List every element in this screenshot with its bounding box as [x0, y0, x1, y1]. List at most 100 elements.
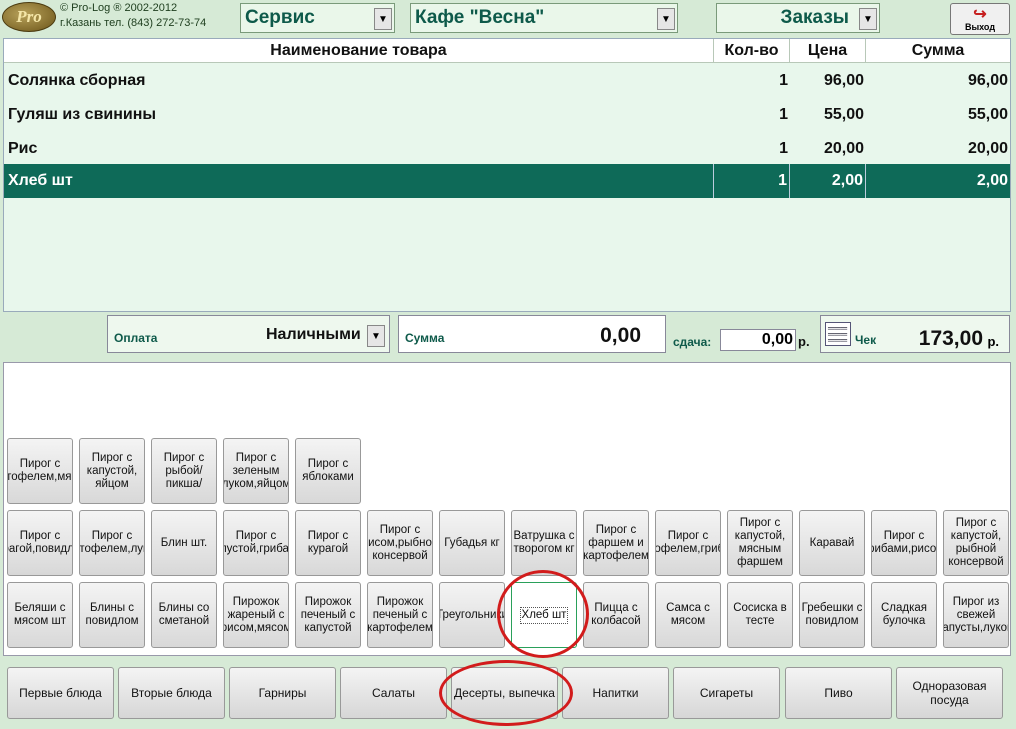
goods-button[interactable]: Пирог с курагой,повидлом [7, 510, 73, 576]
cell-sum: 2,00 [976, 172, 1008, 189]
category-button-label: Вторые блюда [131, 686, 212, 700]
goods-button[interactable]: Блин шт. [151, 510, 217, 576]
payment-method-value: Наличными [266, 326, 361, 343]
cell-price: 2,00 [790, 164, 866, 198]
pro-log-logo: Pro [2, 2, 56, 32]
goods-button[interactable]: Сосиска в тесте [727, 582, 793, 648]
goods-button-label: Пирог с курагой,повидлом [8, 530, 73, 555]
table-row-selected[interactable]: Хлеб шт 1 2,00 2,00 [4, 164, 1010, 198]
category-button[interactable]: Гарниры [229, 667, 336, 719]
goods-button[interactable]: Самса с мясом [655, 582, 721, 648]
cell-name: Хлеб шт [4, 164, 714, 198]
check-box: ═══ ═══ ═══ Чек 173,00 р. [820, 315, 1010, 353]
goods-button[interactable]: Пирог с курагой [295, 510, 361, 576]
goods-button[interactable]: Гребешки с повидлом [799, 582, 865, 648]
goods-button-label: Пирог с курагой [307, 530, 349, 555]
goods-button-label: Пирог с капустой, мясным фаршем [734, 517, 786, 568]
service-combo[interactable]: Сервис ▼ [240, 3, 395, 33]
goods-button-label: Хлеб шт [519, 606, 569, 624]
receipt-icon: ═══ ═══ ═══ [825, 322, 851, 346]
goods-button[interactable]: Ватрушка с творогом кг [511, 510, 577, 576]
goods-button[interactable]: Пирог с рыбой/пикша/ [151, 438, 217, 504]
category-button[interactable]: Напитки [562, 667, 669, 719]
cafe-combo-value: Кафе "Весна" [415, 7, 545, 28]
exit-label: Выход [964, 22, 996, 32]
category-button[interactable]: Сигареты [673, 667, 780, 719]
goods-button[interactable]: Пирог с капустой, рыбной консервой [943, 510, 1009, 576]
cell-qty: 1 [714, 164, 790, 198]
goods-button-label: Пирог с картофелем,луком [79, 530, 144, 555]
goods-button-label: Сосиска в тесте [733, 602, 787, 627]
cell-name: Солянка сборная [8, 72, 146, 89]
category-button[interactable]: Вторые блюда [118, 667, 225, 719]
cell-sum: 55,00 [967, 106, 1008, 123]
column-header-sum: Сумма [866, 39, 1010, 63]
goods-button-label: Пирог с грибами,рисом [872, 530, 937, 555]
goods-button[interactable]: Пирог с капустой, мясным фаршем [727, 510, 793, 576]
goods-button[interactable]: Треугольники [439, 582, 505, 648]
change-field: 0,00 [720, 329, 796, 351]
goods-button[interactable]: Пирог с картофелем,грибами [655, 510, 721, 576]
category-button-label: Салаты [371, 686, 415, 700]
goods-button[interactable]: Сладкая булочка [871, 582, 937, 648]
goods-button[interactable]: Блины с повидлом [79, 582, 145, 648]
column-header-qty: Кол-во [714, 39, 790, 63]
goods-button-label: Губадья кг [444, 536, 500, 549]
category-button-label: Гарниры [258, 686, 307, 700]
goods-button[interactable]: Пирожок печеный с картофелем [367, 582, 433, 648]
goods-button-label: Пирог с картофелем,мясом [8, 458, 72, 483]
category-button[interactable]: Первые блюда [7, 667, 114, 719]
goods-button[interactable]: Хлеб шт [511, 582, 577, 648]
goods-button[interactable]: Губадья кг [439, 510, 505, 576]
table-row[interactable]: Гуляш из свинины 1 55,00 55,00 [4, 98, 1010, 132]
chevron-down-icon[interactable]: ▼ [367, 325, 385, 347]
goods-button[interactable]: Пирог с капустой,грибами [223, 510, 289, 576]
cell-qty: 1 [779, 106, 788, 123]
cell-qty: 1 [779, 72, 788, 89]
category-button-label: Напитки [592, 686, 639, 700]
goods-button[interactable]: Пирог с яблоками [295, 438, 361, 504]
cafe-combo[interactable]: Кафе "Весна" ▼ [410, 3, 678, 33]
goods-button[interactable]: Пирог с рисом,рыбной консервой [367, 510, 433, 576]
goods-button[interactable]: Пирог с грибами,рисом [871, 510, 937, 576]
payment-method-box[interactable]: Оплата Наличными ▼ [107, 315, 390, 353]
goods-button[interactable]: Пирог с картофелем,луком [79, 510, 145, 576]
goods-button[interactable]: Пирог с фаршем и картофелем [583, 510, 649, 576]
goods-button-label: Пирог с рыбой/пикша/ [163, 451, 205, 490]
category-button[interactable]: Десерты, выпечка [451, 667, 558, 719]
goods-button[interactable]: Пирожок жареный с рисом,мясом [223, 582, 289, 648]
check-value: 173,00 [918, 327, 983, 350]
category-button[interactable]: Одноразовая посуда [896, 667, 1003, 719]
goods-button-label: Каравай [809, 536, 855, 549]
goods-button[interactable]: Пицца с колбасой [583, 582, 649, 648]
goods-button-label: Пирог с рисом,рыбной консервой [368, 523, 432, 562]
table-row[interactable]: Рис 1 20,00 20,00 [4, 132, 1010, 166]
chevron-down-icon[interactable]: ▼ [374, 8, 392, 30]
goods-button[interactable]: Блины со сметаной [151, 582, 217, 648]
goods-button-label: Пирог с картофелем,грибами [655, 530, 720, 555]
goods-button-label: Самса с мясом [666, 602, 710, 627]
category-button-label: Первые блюда [19, 686, 102, 700]
goods-button[interactable]: Пирог из свежей капусты,луком [943, 582, 1009, 648]
category-button[interactable]: Салаты [340, 667, 447, 719]
chevron-down-icon[interactable]: ▼ [657, 8, 675, 30]
goods-button[interactable]: Пирог с зеленым луком,яйцом [223, 438, 289, 504]
chevron-down-icon[interactable]: ▼ [859, 8, 877, 30]
change-unit: р. [798, 334, 810, 349]
category-button[interactable]: Пиво [785, 667, 892, 719]
goods-button[interactable]: Пирог с картофелем,мясом [7, 438, 73, 504]
goods-button[interactable]: Пирожок печеный с капустой [295, 582, 361, 648]
goods-button-label: Сладкая булочка [880, 602, 928, 627]
sum-box[interactable]: Сумма 0,00 [398, 315, 666, 353]
goods-button-label: Пирог с фаршем и картофелем [583, 523, 649, 562]
goods-button-label: Пирог с капустой,грибами [224, 530, 289, 555]
goods-button[interactable]: Пирог с капустой, яйцом [79, 438, 145, 504]
goods-button[interactable]: Каравай [799, 510, 865, 576]
orders-combo[interactable]: Заказы ▼ [716, 3, 880, 33]
table-row[interactable]: Солянка сборная 1 96,00 96,00 [4, 64, 1010, 98]
cell-price: 55,00 [823, 106, 864, 123]
goods-button[interactable]: Беляши с мясом шт [7, 582, 73, 648]
exit-button[interactable]: ↪ Выход [950, 3, 1010, 35]
column-header-name: Наименование товара [4, 39, 714, 63]
goods-button-label: Блины с повидлом [85, 602, 139, 627]
